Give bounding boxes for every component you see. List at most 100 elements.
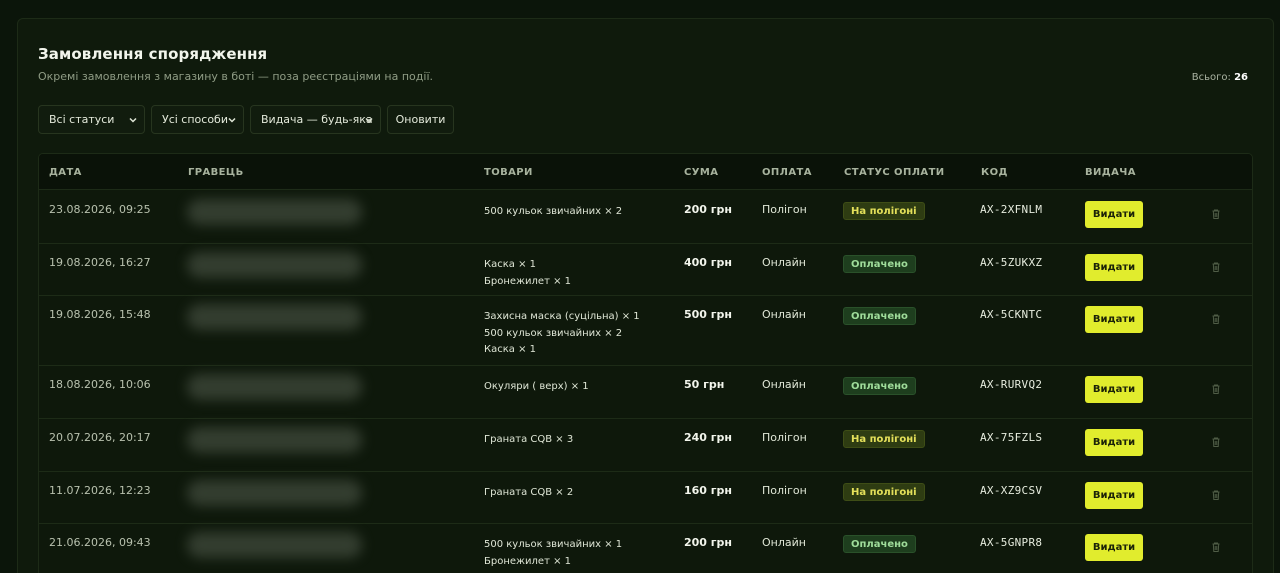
payment-method: Онлайн — [762, 256, 806, 269]
order-sum: 200 грн — [684, 203, 733, 216]
issue-filter-select[interactable]: Видача — будь-яка — [250, 105, 381, 134]
trash-icon[interactable] — [1210, 313, 1222, 325]
player-name-blurred — [187, 252, 362, 278]
order-date: 19.08.2026, 15:48 — [49, 308, 151, 321]
issue-button[interactable]: Видати — [1085, 376, 1143, 403]
issue-button[interactable]: Видати — [1085, 254, 1143, 281]
order-sum: 500 грн — [684, 308, 733, 321]
total-label: Всього: — [1191, 72, 1231, 83]
player-name-blurred — [187, 374, 362, 400]
table-row: 18.08.2026, 10:06 Окуляри ( верх) × 1 50 г… — [39, 366, 1252, 419]
total-count: Всього: 26 — [1192, 72, 1248, 83]
order-items: Окуляри ( верх) × 1 — [484, 379, 589, 396]
table-row: 23.08.2026, 09:25 500 кульок звичайних × … — [39, 191, 1252, 244]
order-item: 500 кульок звичайних × 2 — [484, 206, 623, 217]
status-badge: Оплачено — [843, 535, 916, 553]
payment-method: Полігон — [762, 431, 807, 444]
order-items: Каска × 1 Бронежилет × 1 — [484, 257, 571, 290]
orders-table: ДАТА ГРАВЕЦЬ ТОВАРИ СУМА ОПЛАТА СТАТУС О… — [38, 153, 1253, 573]
refresh-button[interactable]: Оновити — [387, 105, 454, 134]
status-badge: Оплачено — [843, 377, 916, 395]
order-sum: 50 грн — [684, 378, 725, 391]
order-item: Бронежилет × 1 — [484, 555, 571, 567]
status-filter-value: Всі статуси — [49, 113, 115, 126]
order-code: AX-75FZLS — [980, 431, 1043, 444]
column-header-code: КОД — [981, 167, 1008, 178]
payment-method: Полігон — [762, 203, 807, 216]
trash-icon[interactable] — [1210, 436, 1222, 448]
issue-button[interactable]: Видати — [1085, 482, 1143, 509]
player-name-blurred — [187, 199, 362, 225]
table-row: 11.07.2026, 12:23 Граната CQB × 2 160 грн П… — [39, 472, 1252, 524]
order-item: 500 кульок звичайних × 2 — [484, 327, 623, 339]
table-row: 21.06.2026, 09:43 500 кульок звичайних × … — [39, 524, 1252, 573]
trash-icon[interactable] — [1210, 541, 1222, 553]
order-code: AX-5ZUKXZ — [980, 256, 1043, 269]
chevron-down-icon — [228, 117, 236, 123]
column-header-payment: ОПЛАТА — [762, 167, 812, 178]
trash-icon[interactable] — [1210, 208, 1222, 220]
order-code: AX-XZ9CSV — [980, 484, 1043, 497]
status-filter-select[interactable]: Всі статуси — [38, 105, 145, 134]
player-name-blurred — [187, 427, 362, 453]
order-date: 19.08.2026, 16:27 — [49, 256, 151, 269]
order-code: AX-5CKNTC — [980, 308, 1043, 321]
player-name-blurred — [187, 304, 362, 330]
method-filter-select[interactable]: Усі способи — [151, 105, 244, 134]
table-row: 19.08.2026, 15:48 Захисна маска (суцільна… — [39, 296, 1252, 366]
column-header-issue: ВИДАЧА — [1085, 167, 1136, 178]
page-title: Замовлення спорядження — [38, 45, 268, 63]
issue-button[interactable]: Видати — [1085, 201, 1143, 228]
order-items: Граната CQB × 3 — [484, 432, 573, 449]
order-item: 500 кульок звичайних × 1 — [484, 539, 623, 550]
order-items: Граната CQB × 2 — [484, 485, 573, 502]
page-subtitle: Окремі замовлення з магазину в боті — по… — [38, 70, 433, 83]
order-item: Каска × 1 — [484, 259, 536, 270]
issue-button[interactable]: Видати — [1085, 429, 1143, 456]
order-item: Бронежилет × 1 — [484, 275, 571, 287]
order-item: Каска × 1 — [484, 344, 536, 355]
table-header: ДАТА ГРАВЕЦЬ ТОВАРИ СУМА ОПЛАТА СТАТУС О… — [39, 154, 1252, 190]
column-header-items: ТОВАРИ — [484, 167, 533, 178]
status-badge: На полігоні — [843, 202, 925, 220]
issue-button[interactable]: Видати — [1085, 306, 1143, 333]
chevron-down-icon — [129, 117, 137, 123]
trash-icon[interactable] — [1210, 261, 1222, 273]
order-item: Захисна маска (суцільна) × 1 — [484, 311, 640, 322]
order-code: AX-2XFNLM — [980, 203, 1043, 216]
column-header-player: ГРАВЕЦЬ — [188, 167, 244, 178]
order-date: 11.07.2026, 12:23 — [49, 484, 151, 497]
payment-method: Полігон — [762, 484, 807, 497]
order-code: AX-5GNPR8 — [980, 536, 1043, 549]
status-badge: Оплачено — [843, 255, 916, 273]
column-header-payment-status: СТАТУС ОПЛАТИ — [844, 167, 945, 178]
order-items: 500 кульок звичайних × 1 Бронежилет × 1 — [484, 537, 622, 570]
issue-button[interactable]: Видати — [1085, 534, 1143, 561]
column-header-sum: СУМА — [684, 167, 719, 178]
order-items: 500 кульок звичайних × 2 — [484, 204, 622, 221]
player-name-blurred — [187, 480, 362, 506]
status-badge: На полігоні — [843, 430, 925, 448]
order-item: Граната CQB × 3 — [484, 434, 574, 445]
payment-method: Онлайн — [762, 378, 806, 391]
order-sum: 200 грн — [684, 536, 733, 549]
chevron-down-icon — [365, 117, 373, 123]
orders-panel: Замовлення спорядження Окремі замовлення… — [17, 18, 1274, 573]
order-date: 21.06.2026, 09:43 — [49, 536, 151, 549]
order-date: 23.08.2026, 09:25 — [49, 203, 151, 216]
payment-method: Онлайн — [762, 308, 806, 321]
trash-icon[interactable] — [1210, 489, 1222, 501]
payment-method: Онлайн — [762, 536, 806, 549]
issue-filter-value: Видача — будь-яка — [261, 113, 373, 126]
order-sum: 400 грн — [684, 256, 733, 269]
player-name-blurred — [187, 532, 362, 558]
status-badge: На полігоні — [843, 483, 925, 501]
order-date: 20.07.2026, 20:17 — [49, 431, 151, 444]
order-sum: 240 грн — [684, 431, 733, 444]
column-header-date: ДАТА — [49, 167, 82, 178]
order-items: Захисна маска (суцільна) × 1 500 кульок з… — [484, 309, 640, 359]
order-sum: 160 грн — [684, 484, 733, 497]
trash-icon[interactable] — [1210, 383, 1222, 395]
status-badge: Оплачено — [843, 307, 916, 325]
order-date: 18.08.2026, 10:06 — [49, 378, 151, 391]
